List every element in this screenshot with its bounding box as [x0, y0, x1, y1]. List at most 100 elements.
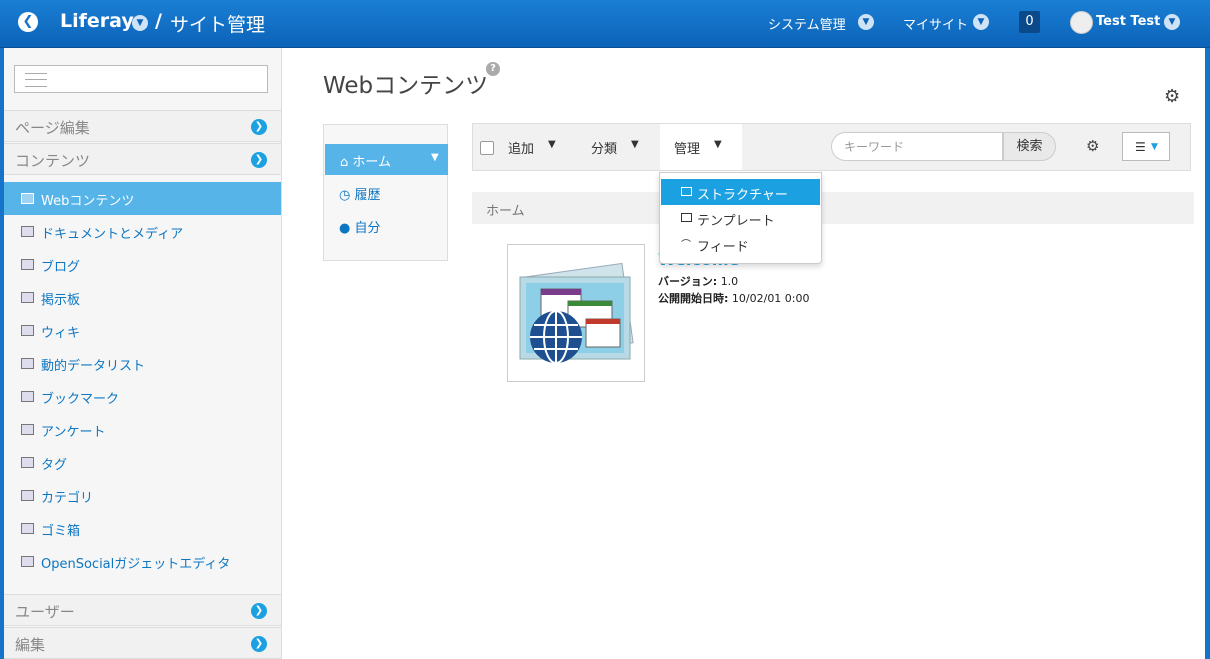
sidebar-item-label: 動的データリスト: [41, 359, 146, 374]
brand-name[interactable]: Liferay: [60, 10, 134, 32]
chevron-down-icon[interactable]: ▼: [858, 14, 874, 30]
template-icon: [681, 213, 692, 222]
avatar[interactable]: [1070, 11, 1093, 34]
gear-icon[interactable]: ⚙: [1164, 86, 1180, 107]
back-arrow-icon[interactable]: ❮: [18, 12, 38, 32]
display-style-button[interactable]: ☰ ▼: [1122, 132, 1170, 161]
select-all-checkbox[interactable]: [480, 141, 494, 155]
tag-icon: [21, 457, 34, 468]
nav-control-panel[interactable]: システム管理: [768, 14, 846, 33]
breadcrumb: ホーム: [472, 192, 1194, 224]
menu-lines-icon: [25, 73, 47, 87]
chevron-right-icon[interactable]: ❯: [251, 603, 267, 619]
sidebar-item-wiki[interactable]: ウィキ: [4, 314, 281, 347]
menu-item-feeds[interactable]: ⌒ フィード: [661, 231, 820, 257]
sidebar-item-label: ドキュメントとメディア: [41, 227, 184, 242]
gear-icon[interactable]: ⚙: [1086, 137, 1099, 155]
section-page-edit[interactable]: ページ編集 ❯: [4, 110, 281, 142]
nav-home-text: ホーム: [352, 155, 392, 170]
add-button[interactable]: 追加: [508, 138, 534, 157]
menu-item-label: フィード: [697, 240, 749, 255]
message-board-icon: [21, 292, 34, 303]
display-date-value: 10/02/01 0:00: [731, 292, 810, 305]
sidebar-item-gadget-editor[interactable]: OpenSocialガジェットエディタ: [4, 545, 281, 578]
sidebar-item-label: OpenSocialガジェットエディタ: [41, 557, 231, 572]
manage-dropdown-menu: ストラクチャー テンプレート ⌒ フィード: [659, 172, 822, 264]
article-thumbnail[interactable]: [507, 244, 645, 382]
structure-icon: [681, 187, 692, 196]
menu-item-structures[interactable]: ストラクチャー: [661, 179, 820, 205]
manage-button-bg: [660, 124, 742, 170]
caret-down-icon[interactable]: ▼: [631, 139, 639, 150]
nav-my-sites[interactable]: マイサイト: [903, 14, 968, 33]
help-icon[interactable]: ?: [486, 62, 500, 76]
nav-home[interactable]: ⌂ ホーム ▼: [325, 144, 448, 175]
search-placeholder: キーワード: [844, 140, 905, 154]
breadcrumb-home[interactable]: ホーム: [486, 200, 525, 219]
bookmark-icon: [21, 391, 34, 402]
chevron-down-icon[interactable]: ▼: [1164, 14, 1180, 30]
article-display-date: 公開開始日時: 10/02/01 0:00: [658, 290, 810, 306]
sidebar-item-blog[interactable]: ブログ: [4, 248, 281, 281]
section-label: 編集: [15, 636, 46, 654]
caret-down-icon[interactable]: ▼: [431, 152, 439, 163]
gadget-icon: [21, 556, 34, 567]
nav-mine[interactable]: ● 自分: [339, 217, 381, 236]
sidebar-item-poll[interactable]: アンケート: [4, 413, 281, 446]
section-users[interactable]: ユーザー ❯: [4, 594, 281, 626]
section-label: ユーザー: [15, 603, 75, 621]
menu-item-label: テンプレート: [697, 214, 775, 229]
chevron-right-icon[interactable]: ❯: [251, 636, 267, 652]
keyword-search-input[interactable]: キーワード: [831, 132, 1003, 161]
manage-button[interactable]: 管理: [674, 138, 700, 157]
trash-icon: [21, 523, 34, 534]
menu-item-templates[interactable]: テンプレート: [661, 205, 820, 231]
sidebar-item-label: Webコンテンツ: [41, 194, 135, 209]
version-value: 1.0: [720, 275, 739, 288]
sidebar-item-documents[interactable]: ドキュメントとメディア: [4, 215, 281, 248]
sidebar-search-input[interactable]: [14, 65, 268, 93]
web-content-icon: [21, 193, 34, 204]
breadcrumb-separator: /: [155, 10, 162, 32]
section-edit[interactable]: 編集 ❯: [4, 627, 281, 659]
nav-history[interactable]: ◷ 履歴: [339, 184, 381, 203]
nav-mine-label: 自分: [354, 221, 381, 236]
section-label: ページ編集: [15, 119, 90, 137]
sidebar-item-message-board[interactable]: 掲示板: [4, 281, 281, 314]
sidebar-item-trash[interactable]: ゴミ箱: [4, 512, 281, 545]
window-border: [1205, 48, 1210, 659]
nav-history-label: 履歴: [354, 188, 381, 203]
section-label: コンテンツ: [15, 152, 91, 170]
display-date-label: 公開開始日時:: [658, 292, 729, 305]
caret-down-icon: ▼: [1151, 142, 1158, 152]
chevron-down-icon[interactable]: ▼: [132, 15, 148, 31]
search-button[interactable]: 検索: [1003, 132, 1056, 161]
content-menu: Webコンテンツ ドキュメントとメディア ブログ 掲示板 ウィキ 動的データリス…: [4, 182, 281, 578]
sidebar-item-label: 掲示板: [41, 293, 81, 308]
chevron-down-icon[interactable]: ▼: [973, 14, 989, 30]
caret-down-icon[interactable]: ▼: [548, 139, 556, 150]
category-icon: [21, 490, 34, 501]
section-content[interactable]: コンテンツ ❯: [4, 143, 281, 175]
page-title: Webコンテンツ: [323, 73, 489, 99]
sidebar-item-tag[interactable]: タグ: [4, 446, 281, 479]
sidebar-item-label: ウィキ: [41, 326, 81, 341]
wiki-icon: [21, 325, 34, 336]
documents-icon: [21, 226, 34, 237]
chevron-down-icon[interactable]: ❯: [251, 152, 267, 168]
sidebar-item-bookmark[interactable]: ブックマーク: [4, 380, 281, 413]
chevron-right-icon[interactable]: ❯: [251, 119, 267, 135]
blog-icon: [21, 259, 34, 270]
sidebar-item-label: アンケート: [41, 425, 106, 440]
menu-item-label: ストラクチャー: [697, 188, 788, 203]
caret-down-icon[interactable]: ▼: [714, 139, 722, 150]
sidebar-item-category[interactable]: カテゴリ: [4, 479, 281, 512]
sidebar-item-web-content[interactable]: Webコンテンツ: [4, 182, 281, 215]
user-name[interactable]: Test Test: [1096, 14, 1160, 29]
dynamic-data-icon: [21, 358, 34, 369]
notification-badge[interactable]: 0: [1019, 11, 1040, 33]
sidebar-item-dynamic-data[interactable]: 動的データリスト: [4, 347, 281, 380]
nav-home-label: ⌂ ホーム: [340, 155, 392, 170]
categorize-button[interactable]: 分類: [591, 138, 617, 157]
site-title: サイト管理: [170, 14, 266, 36]
